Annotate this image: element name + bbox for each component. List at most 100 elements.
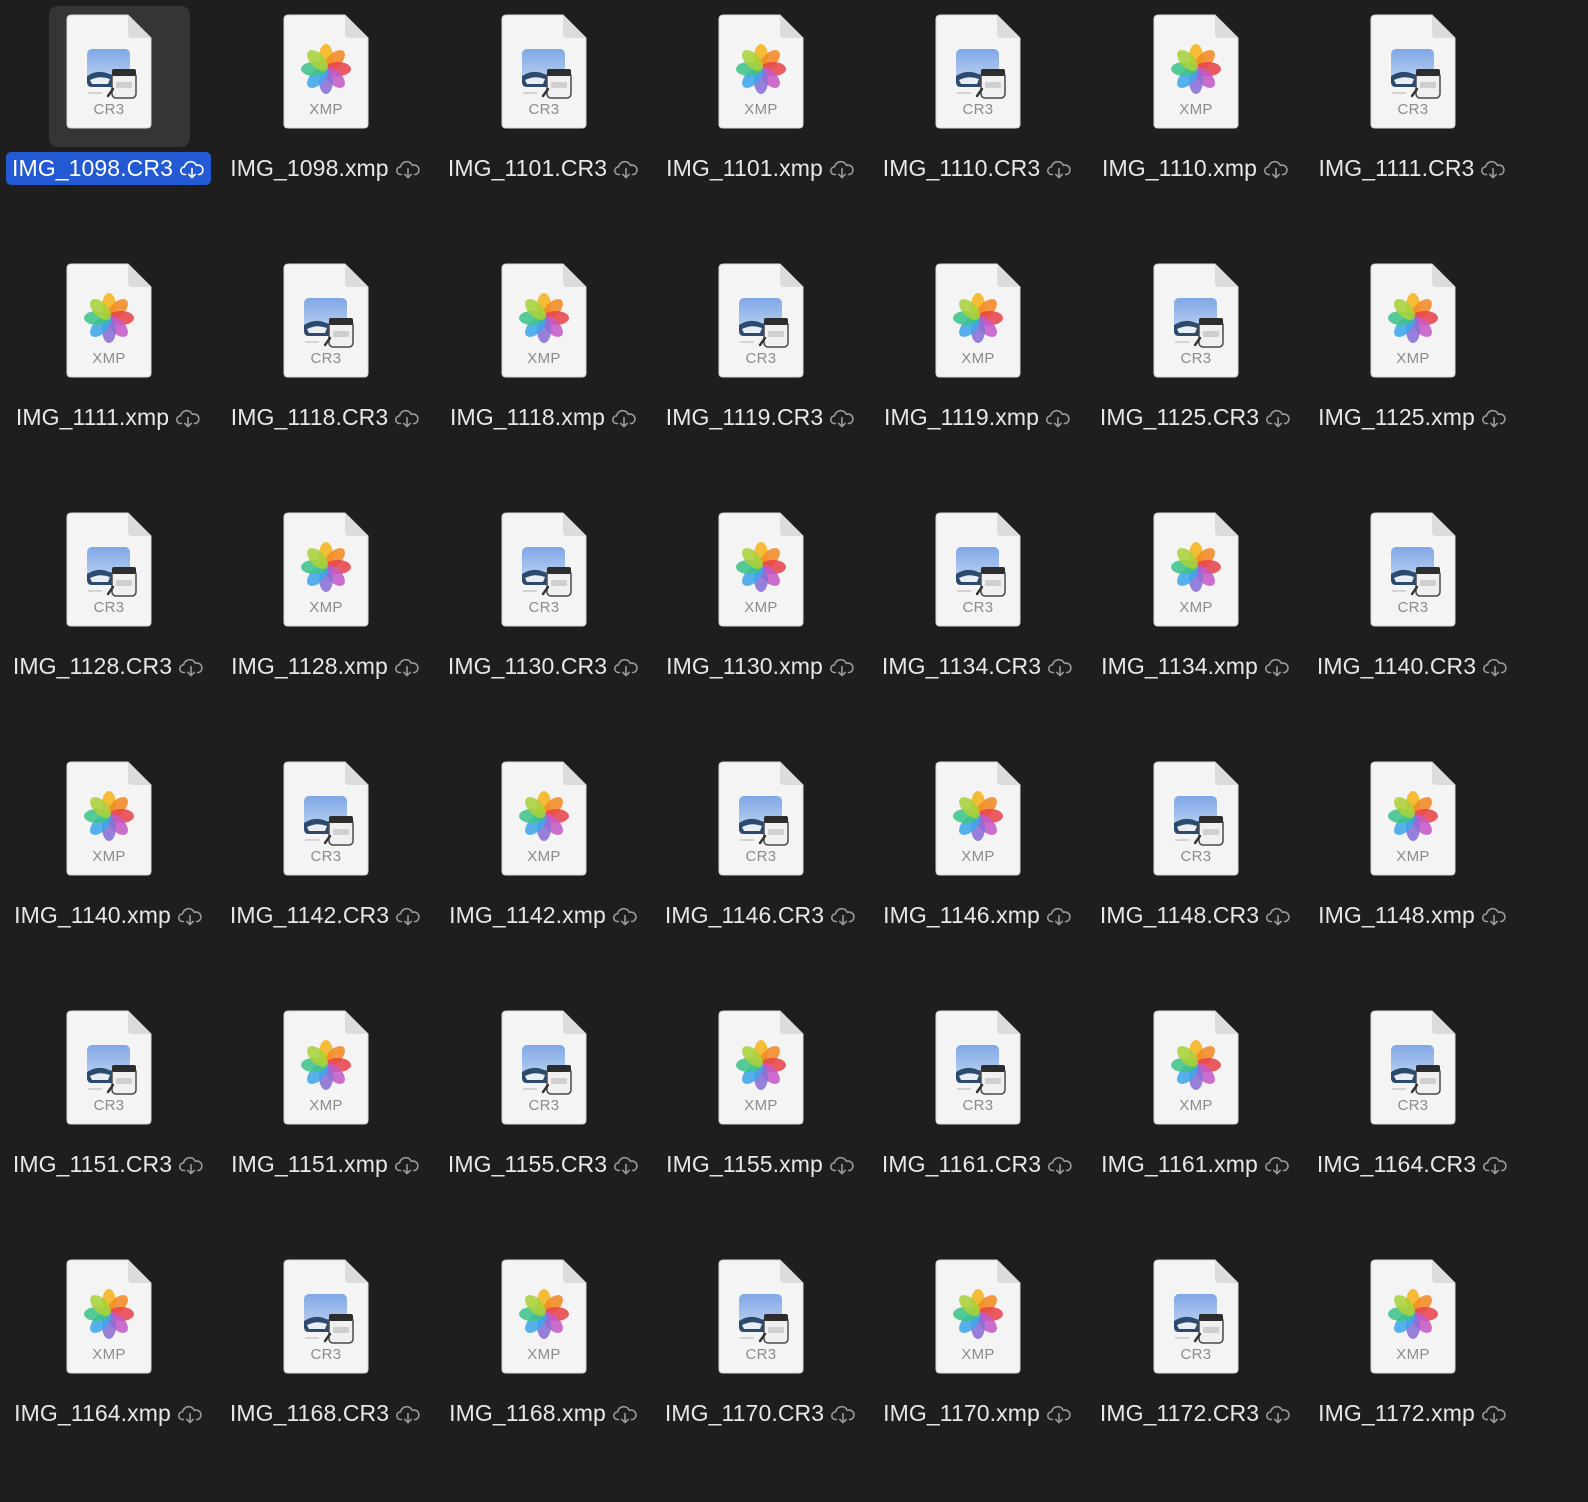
file-item[interactable]: CR3 IMG_1128.CR3 xyxy=(0,498,217,728)
icloud-download-icon[interactable] xyxy=(178,657,204,677)
file-item[interactable]: CR3 IMG_1170.CR3 xyxy=(652,1245,869,1475)
file-name-label[interactable]: IMG_1119.xmp xyxy=(878,401,1077,434)
file-item[interactable]: CR3 IMG_1168.CR3 xyxy=(217,1245,434,1475)
file-name-label[interactable]: IMG_1101.xmp xyxy=(660,152,861,185)
icloud-download-icon[interactable] xyxy=(1265,906,1291,926)
icloud-download-icon[interactable] xyxy=(395,159,421,179)
file-name-label[interactable]: IMG_1151.xmp xyxy=(225,1148,426,1181)
file-item[interactable]: CR3 IMG_1151.CR3 xyxy=(0,996,217,1226)
file-name-label[interactable]: IMG_1172.CR3 xyxy=(1094,1397,1297,1430)
file-name-label[interactable]: IMG_1164.CR3 xyxy=(1311,1148,1514,1181)
icloud-download-icon[interactable] xyxy=(1047,1155,1073,1175)
file-item[interactable]: XMP IMG_1172.xmp xyxy=(1304,1245,1521,1475)
icloud-download-icon[interactable] xyxy=(394,1155,420,1175)
icloud-download-icon[interactable] xyxy=(829,408,855,428)
file-name-label[interactable]: IMG_1101.CR3 xyxy=(442,152,645,185)
file-name-label[interactable]: IMG_1134.CR3 xyxy=(876,650,1079,683)
file-item[interactable]: XMP IMG_1168.xmp xyxy=(435,1245,652,1475)
file-item[interactable]: CR3 IMG_1148.CR3 xyxy=(1087,747,1304,977)
file-item[interactable]: CR3 IMG_1119.CR3 xyxy=(652,249,869,479)
file-name-label[interactable]: IMG_1098.xmp xyxy=(224,152,426,185)
icloud-download-icon[interactable] xyxy=(1481,906,1507,926)
file-name-label[interactable]: IMG_1125.CR3 xyxy=(1094,401,1297,434)
file-name-label[interactable]: IMG_1130.CR3 xyxy=(442,650,645,683)
icloud-download-icon[interactable] xyxy=(1263,159,1289,179)
file-name-label[interactable]: IMG_1118.CR3 xyxy=(225,401,427,434)
file-item[interactable]: CR3 IMG_1101.CR3 xyxy=(435,0,652,230)
file-name-label[interactable]: IMG_1146.xmp xyxy=(877,899,1078,932)
file-name-label[interactable]: IMG_1172.xmp xyxy=(1312,1397,1513,1430)
file-item[interactable]: CR3 IMG_1142.CR3 xyxy=(217,747,434,977)
file-item[interactable]: XMP IMG_1130.xmp xyxy=(652,498,869,728)
file-item[interactable]: XMP IMG_1170.xmp xyxy=(869,1245,1086,1475)
file-name-label[interactable]: IMG_1111.CR3 xyxy=(1313,152,1513,185)
file-item[interactable]: CR3 IMG_1161.CR3 xyxy=(869,996,1086,1226)
file-item[interactable]: CR3 IMG_1098.CR3 xyxy=(0,0,217,230)
file-name-label[interactable]: IMG_1118.xmp xyxy=(444,401,643,434)
file-item[interactable]: CR3 IMG_1146.CR3 xyxy=(652,747,869,977)
file-item[interactable]: XMP IMG_1110.xmp xyxy=(1087,0,1304,230)
icloud-download-icon[interactable] xyxy=(395,906,421,926)
icloud-download-icon[interactable] xyxy=(829,657,855,677)
file-name-label[interactable]: IMG_1110.CR3 xyxy=(877,152,1079,185)
file-item[interactable]: XMP IMG_1161.xmp xyxy=(1087,996,1304,1226)
file-name-label[interactable]: IMG_1161.CR3 xyxy=(876,1148,1079,1181)
icloud-download-icon[interactable] xyxy=(179,159,205,179)
file-item[interactable]: CR3 IMG_1110.CR3 xyxy=(869,0,1086,230)
icloud-download-icon[interactable] xyxy=(1046,906,1072,926)
file-name-label[interactable]: IMG_1098.CR3 xyxy=(6,152,211,185)
icloud-download-icon[interactable] xyxy=(395,1404,421,1424)
icloud-download-icon[interactable] xyxy=(613,1155,639,1175)
file-name-label[interactable]: IMG_1142.CR3 xyxy=(224,899,427,932)
icloud-download-icon[interactable] xyxy=(612,1404,638,1424)
file-name-label[interactable]: IMG_1110.xmp xyxy=(1096,152,1295,185)
file-name-label[interactable]: IMG_1125.xmp xyxy=(1312,401,1513,434)
icloud-download-icon[interactable] xyxy=(830,1404,856,1424)
file-name-label[interactable]: IMG_1128.CR3 xyxy=(7,650,210,683)
icloud-download-icon[interactable] xyxy=(177,1404,203,1424)
file-name-label[interactable]: IMG_1148.CR3 xyxy=(1094,899,1297,932)
icloud-download-icon[interactable] xyxy=(1047,657,1073,677)
file-name-label[interactable]: IMG_1168.xmp xyxy=(443,1397,644,1430)
icloud-download-icon[interactable] xyxy=(829,1155,855,1175)
file-item[interactable]: CR3 IMG_1118.CR3 xyxy=(217,249,434,479)
file-item[interactable]: XMP IMG_1140.xmp xyxy=(0,747,217,977)
icloud-download-icon[interactable] xyxy=(1480,159,1506,179)
file-name-label[interactable]: IMG_1148.xmp xyxy=(1312,899,1513,932)
file-item[interactable]: XMP IMG_1142.xmp xyxy=(435,747,652,977)
file-name-label[interactable]: IMG_1161.xmp xyxy=(1095,1148,1296,1181)
file-item[interactable]: XMP IMG_1098.xmp xyxy=(217,0,434,230)
icloud-download-icon[interactable] xyxy=(1264,657,1290,677)
file-name-label[interactable]: IMG_1119.CR3 xyxy=(660,401,862,434)
icloud-download-icon[interactable] xyxy=(1482,657,1508,677)
file-item[interactable]: XMP IMG_1146.xmp xyxy=(869,747,1086,977)
file-name-label[interactable]: IMG_1170.CR3 xyxy=(659,1397,862,1430)
file-item[interactable]: CR3 IMG_1172.CR3 xyxy=(1087,1245,1304,1475)
file-name-label[interactable]: IMG_1111.xmp xyxy=(10,401,207,434)
file-item[interactable]: XMP IMG_1148.xmp xyxy=(1304,747,1521,977)
file-item[interactable]: XMP IMG_1111.xmp xyxy=(0,249,217,479)
icloud-download-icon[interactable] xyxy=(1045,408,1071,428)
icloud-download-icon[interactable] xyxy=(1265,1404,1291,1424)
file-item[interactable]: CR3 IMG_1164.CR3 xyxy=(1304,996,1521,1226)
icloud-download-icon[interactable] xyxy=(829,159,855,179)
file-name-label[interactable]: IMG_1155.CR3 xyxy=(442,1148,645,1181)
file-item[interactable]: CR3 IMG_1111.CR3 xyxy=(1304,0,1521,230)
file-name-label[interactable]: IMG_1155.xmp xyxy=(660,1148,861,1181)
file-item[interactable]: XMP IMG_1125.xmp xyxy=(1304,249,1521,479)
icloud-download-icon[interactable] xyxy=(178,1155,204,1175)
file-item[interactable]: XMP IMG_1101.xmp xyxy=(652,0,869,230)
file-name-label[interactable]: IMG_1164.xmp xyxy=(8,1397,209,1430)
icloud-download-icon[interactable] xyxy=(1046,159,1072,179)
file-name-label[interactable]: IMG_1146.CR3 xyxy=(659,899,862,932)
file-name-label[interactable]: IMG_1140.xmp xyxy=(8,899,209,932)
icloud-download-icon[interactable] xyxy=(613,159,639,179)
file-item[interactable]: XMP IMG_1151.xmp xyxy=(217,996,434,1226)
icloud-download-icon[interactable] xyxy=(1046,1404,1072,1424)
file-item[interactable]: XMP IMG_1118.xmp xyxy=(435,249,652,479)
icloud-download-icon[interactable] xyxy=(612,906,638,926)
icloud-download-icon[interactable] xyxy=(1481,1404,1507,1424)
file-name-label[interactable]: IMG_1140.CR3 xyxy=(1311,650,1514,683)
file-item[interactable]: XMP IMG_1155.xmp xyxy=(652,996,869,1226)
icloud-download-icon[interactable] xyxy=(1265,408,1291,428)
